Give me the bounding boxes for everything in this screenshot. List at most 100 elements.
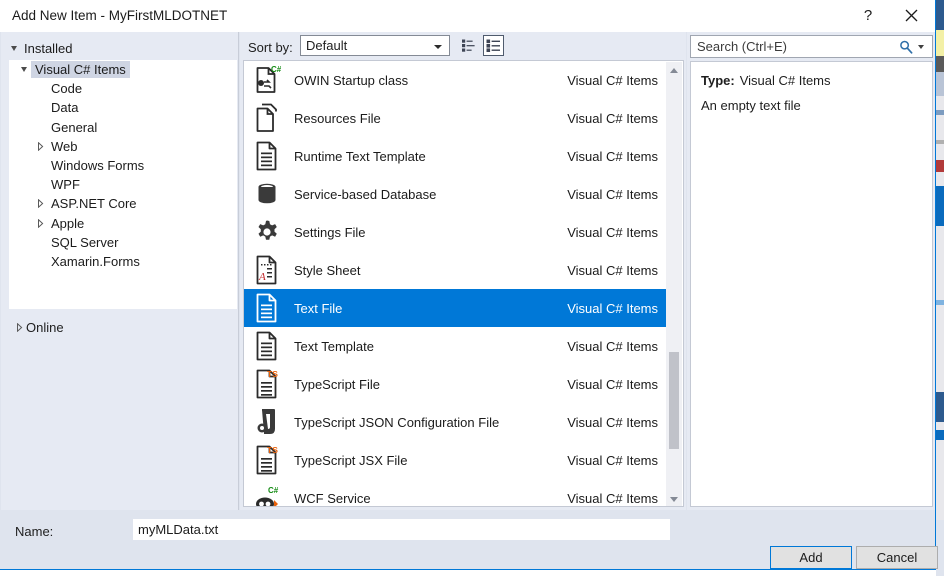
template-item-category: Visual C# Items [567,452,658,468]
wcf-service-icon: C# [252,483,282,506]
sidebar-item-label: Data [51,100,79,116]
template-list-item[interactable]: TS TypeScript JSX File Visual C# Items [244,441,668,479]
sidebar-item-label: WPF [51,177,80,193]
template-item-category: Visual C# Items [567,224,658,240]
dialog-title: Add New Item - MyFirstMLDOTNET [12,8,228,23]
database-icon [252,179,282,209]
installed-header[interactable]: Installed [1,37,238,59]
template-item-category: Visual C# Items [567,376,658,392]
template-item-category: Visual C# Items [567,110,658,126]
style-sheet-icon: A [252,255,282,285]
sidebar-item-sql-server[interactable]: SQL Server [9,233,237,252]
template-list-item[interactable]: Text File Visual C# Items [244,289,668,327]
dialog-footer: Name: Add Cancel [1,511,938,569]
ide-marker [936,186,944,226]
chevron-down-icon [434,45,442,49]
sidebar-item-online[interactable]: Online [9,317,237,337]
template-item-category: Visual C# Items [567,300,658,316]
template-list-item[interactable]: Text Template Visual C# Items [244,327,668,365]
template-list-item[interactable]: C# WCF Service Visual C# Items [244,479,668,506]
cancel-button[interactable]: Cancel [856,546,938,569]
resources-file-icon [252,103,282,133]
ide-marker [936,30,944,56]
sort-by-value: Default [306,38,348,53]
sidebar-item-label: Xamarin.Forms [51,253,140,269]
scroll-up-button[interactable] [666,62,682,78]
name-input[interactable] [133,519,670,540]
search-box[interactable] [690,35,933,58]
scrollbar-thumb[interactable] [669,352,679,449]
close-icon [905,9,917,22]
template-item-name: TypeScript File [294,376,380,392]
view-list-button[interactable] [483,35,504,56]
template-list-item[interactable]: Runtime Text Template Visual C# Items [244,137,668,175]
ide-marker [936,0,944,30]
template-list-panel: Sort by: Default C# OWIN Startup class V… [240,32,686,510]
template-item-category: Visual C# Items [567,262,658,278]
dialog-titlebar: Add New Item - MyFirstMLDOTNET ? [0,0,935,32]
sidebar-item-label: Windows Forms [51,158,145,174]
name-label: Name: [15,524,54,539]
template-list-item[interactable]: C# OWIN Startup class Visual C# Items [244,61,668,99]
scroll-up-arrow-icon [670,67,678,73]
search-input[interactable] [691,36,895,57]
sidebar-item-web[interactable]: Web [9,137,237,156]
scroll-down-button[interactable] [666,491,682,506]
template-list-item[interactable]: TS TypeScript File Visual C# Items [244,365,668,403]
template-item-name: Settings File [294,224,366,240]
sidebar-item-general[interactable]: General [9,118,237,137]
template-item-category: Visual C# Items [567,414,658,430]
template-details: Type: Visual C# Items An empty text file [690,61,933,507]
sidebar-item-windows-forms[interactable]: Windows Forms [9,156,237,175]
view-small-icons-button[interactable] [459,35,480,56]
template-item-name: WCF Service [294,490,371,506]
sidebar-item-code[interactable]: Code [9,79,237,98]
svg-text:TS: TS [267,445,278,455]
details-description: An empty text file [701,98,801,113]
scroll-down-arrow-icon [670,496,678,502]
ide-marker [936,56,944,72]
sidebar-item-asp-net-core[interactable]: ASP.NET Core [9,194,237,213]
sidebar-item-xamarin-forms[interactable]: Xamarin.Forms [9,252,237,271]
sidebar-item-label: Apple [51,215,85,231]
template-item-category: Visual C# Items [567,148,658,164]
sidebar-item-label: SQL Server [51,234,119,250]
ide-marker [936,160,944,172]
svg-text:A: A [258,271,266,283]
category-tree-panel: Installed Visual C# Items Code Data General… [1,32,239,510]
template-list-item[interactable]: Settings File Visual C# Items [244,213,668,251]
ide-marker [936,300,944,305]
category-tree[interactable]: Visual C# Items Code Data General Web Windows… [9,60,237,309]
close-button[interactable] [893,0,929,31]
template-list-item[interactable]: Service-based Database Visual C# Items [244,175,668,213]
ide-marker [936,110,944,115]
template-item-name: Style Sheet [294,262,361,278]
sidebar-item-apple[interactable]: Apple [9,214,237,233]
chevron-right-icon [33,141,47,151]
details-type-value: Visual C# Items [739,73,831,88]
template-list-scrollbar[interactable] [666,62,682,506]
text-document-icon [252,331,282,361]
ide-marker [936,392,944,422]
sidebar-item-wpf[interactable]: WPF [9,175,237,194]
sidebar-item-data[interactable]: Data [9,98,237,117]
template-list[interactable]: C# OWIN Startup class Visual C# Items Resou… [244,61,668,506]
template-item-name: Service-based Database [294,186,437,202]
chevron-down-icon[interactable] [918,44,924,49]
template-list-item[interactable]: A Style Sheet Visual C# Items [244,251,668,289]
add-button[interactable]: Add [770,546,852,569]
sort-by-dropdown[interactable]: Default [300,35,450,56]
search-icon[interactable] [895,40,917,54]
sidebar-item-visual-c-items[interactable]: Visual C# Items [9,60,237,79]
owin-startup-class-icon: C# [252,65,282,95]
chevron-down-icon [11,45,17,51]
help-button[interactable]: ? [850,0,886,31]
details-panel: Type: Visual C# Items An empty text file [687,32,935,510]
sort-by-label: Sort by: [248,40,293,55]
ide-marker [936,72,944,96]
template-item-name: TypeScript JSX File [294,452,408,468]
add-new-item-dialog: Add New Item - MyFirstMLDOTNET ? Install… [0,0,938,570]
ide-marker [936,430,944,440]
template-list-item[interactable]: Resources File Visual C# Items [244,99,668,137]
template-list-item[interactable]: TypeScript JSON Configuration File Visual… [244,403,668,441]
